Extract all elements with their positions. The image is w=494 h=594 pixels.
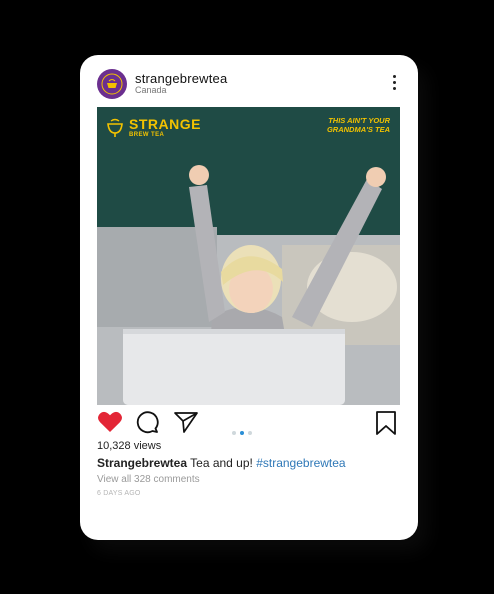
carousel-dot-active[interactable] [240, 431, 244, 435]
post-location[interactable]: Canada [135, 85, 167, 95]
tagline-line-2: GRANDMA'S TEA [326, 124, 390, 134]
carousel-dot[interactable] [248, 431, 252, 435]
photo-illustration [97, 107, 400, 405]
view-comments-link[interactable]: View all 328 comments [97, 474, 200, 485]
caption-text: Tea and up! [187, 456, 257, 470]
teacup-icon [107, 118, 123, 137]
post-timestamp: 6 DAYS AGO [97, 490, 141, 497]
brand-subtitle: BREW TEA [129, 132, 165, 138]
caption-username[interactable]: Strangebrewtea [97, 456, 187, 470]
tagline: THIS AIN'T YOUR GRANDMA'S TEA [326, 116, 390, 134]
brand-logo: STRANGE BREW TEA [105, 117, 201, 138]
brand-name: STRANGE [129, 116, 201, 132]
tea-logo-icon [101, 73, 123, 95]
post-actions-bar [97, 410, 400, 438]
carousel-indicator [232, 422, 256, 440]
avatar[interactable] [97, 69, 127, 99]
carousel-dot[interactable] [232, 431, 236, 435]
more-vertical-icon[interactable] [392, 75, 398, 93]
post-username[interactable]: strangebrewtea [135, 71, 227, 86]
instagram-post-card: strangebrewtea Canada STRANGE BREW TEA T… [80, 55, 418, 540]
post-photo[interactable]: STRANGE BREW TEA THIS AIN'T YOUR GRANDMA… [97, 107, 400, 405]
caption-hashtag[interactable]: #strangebrewtea [256, 456, 345, 470]
post-caption: Strangebrewtea Tea and up! #strangebrewt… [97, 456, 346, 470]
share-icon[interactable] [173, 410, 199, 439]
bookmark-icon[interactable] [375, 410, 397, 441]
comment-icon[interactable] [135, 410, 159, 439]
post-header: strangebrewtea Canada [80, 55, 418, 107]
view-count: 10,328 views [97, 440, 162, 452]
heart-icon[interactable] [97, 410, 123, 439]
